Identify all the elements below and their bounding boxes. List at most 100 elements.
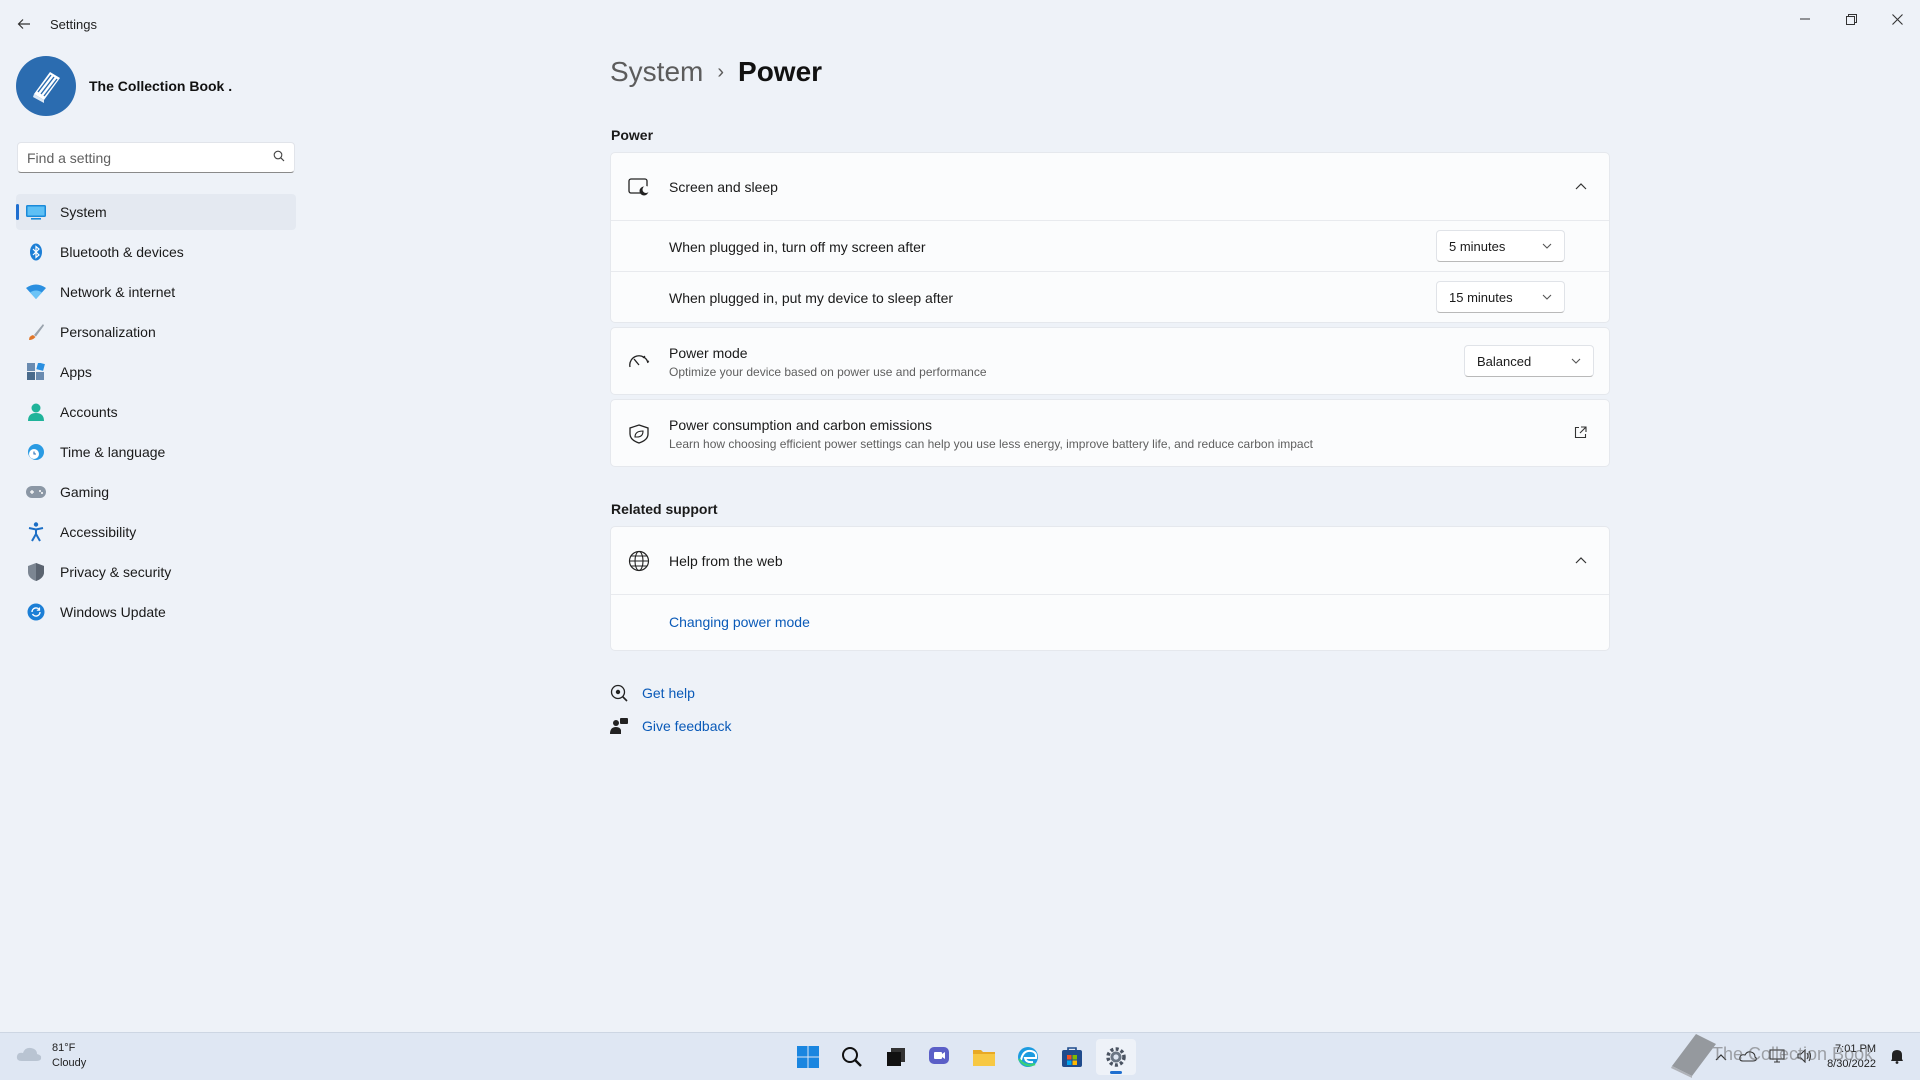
sleep-dropdown[interactable]: 15 minutes <box>1436 281 1565 313</box>
help-web-title: Help from the web <box>669 553 783 569</box>
power-mode-subtitle: Optimize your device based on power use … <box>669 365 987 379</box>
page-title: Power <box>738 56 823 87</box>
sidebar-item-label: Gaming <box>60 484 110 500</box>
clock[interactable]: 7:01 PM 8/30/2022 <box>1827 1042 1876 1072</box>
restore-icon[interactable] <box>1828 4 1874 34</box>
screen-sleep-header[interactable]: Screen and sleep <box>611 153 1609 220</box>
feedback-icon <box>610 717 628 735</box>
window-title: Settings <box>50 17 97 32</box>
screen-off-label: When plugged in, turn off my screen afte… <box>669 239 926 255</box>
network-icon[interactable] <box>1769 1048 1785 1066</box>
search-box[interactable] <box>17 142 295 173</box>
onedrive-icon[interactable] <box>1739 1050 1757 1065</box>
get-help-link[interactable]: Get help <box>642 685 695 701</box>
power-mode-value: Balanced <box>1477 353 1532 369</box>
sidebar-item-bluetooth[interactable]: Bluetooth & devices <box>16 234 296 270</box>
system-icon <box>26 202 46 222</box>
changing-power-mode-link[interactable]: Changing power mode <box>669 614 810 630</box>
user-profile[interactable]: The Collection Book . <box>16 56 232 116</box>
sidebar-item-privacy[interactable]: Privacy & security <box>16 554 296 590</box>
chevron-down-icon <box>1571 356 1581 367</box>
back-arrow-icon[interactable] <box>12 12 36 36</box>
weather-text: 81°F Cloudy <box>52 1041 86 1071</box>
sidebar-item-system[interactable]: System <box>16 194 296 230</box>
give-feedback-link[interactable]: Give feedback <box>642 718 732 734</box>
sidebar-item-label: Apps <box>60 364 92 380</box>
title-bar: Settings <box>0 0 1920 48</box>
sidebar-item-label: Time & language <box>60 444 166 460</box>
gamepad-icon <box>26 482 46 502</box>
edge-icon[interactable] <box>1008 1039 1048 1075</box>
power-consumption-subtitle: Learn how choosing efficient power setti… <box>669 437 1313 451</box>
system-tray: 7:01 PM 8/30/2022 <box>1709 1039 1910 1075</box>
search-icon[interactable] <box>832 1039 872 1075</box>
screen-sleep-title: Screen and sleep <box>669 179 778 195</box>
sidebar-item-label: Network & internet <box>60 284 176 300</box>
get-help-row[interactable]: Get help <box>610 684 695 702</box>
sidebar-item-apps[interactable]: Apps <box>16 354 296 390</box>
sidebar-item-accessibility[interactable]: Accessibility <box>16 514 296 550</box>
power-consumption-title: Power consumption and carbon emissions <box>669 417 933 433</box>
breadcrumb: System › Power <box>610 56 822 88</box>
minimize-icon[interactable] <box>1782 4 1828 34</box>
power-mode-icon <box>627 350 651 374</box>
chat-icon[interactable] <box>920 1039 960 1075</box>
power-mode-text: Power mode Optimize your device based on… <box>669 345 987 379</box>
power-mode-dropdown[interactable]: Balanced <box>1464 345 1594 377</box>
screen-off-dropdown[interactable]: 5 minutes <box>1436 230 1565 262</box>
sleep-row: When plugged in, put my device to sleep … <box>611 272 1609 323</box>
bluetooth-icon <box>26 242 46 262</box>
close-icon[interactable] <box>1874 4 1920 34</box>
store-icon[interactable] <box>1052 1039 1092 1075</box>
chevron-up-icon[interactable] <box>1715 1050 1727 1064</box>
sidebar-item-gaming[interactable]: Gaming <box>16 474 296 510</box>
sleep-value: 15 minutes <box>1449 289 1513 305</box>
chevron-up-icon[interactable] <box>1575 553 1587 567</box>
help-link-row: Changing power mode <box>611 595 1609 651</box>
brush-icon <box>26 322 46 342</box>
section-heading-related-support: Related support <box>611 501 718 517</box>
breadcrumb-separator: › <box>717 60 725 83</box>
wifi-icon <box>26 282 46 302</box>
screen-off-value: 5 minutes <box>1449 238 1506 254</box>
sidebar-item-time-language[interactable]: Time & language <box>16 434 296 470</box>
screen-sleep-card: Screen and sleep When plugged in, turn o… <box>610 152 1610 323</box>
search-icon[interactable] <box>273 149 285 167</box>
notification-icon[interactable] <box>1890 1048 1904 1067</box>
clock-time: 7:01 PM <box>1835 1043 1876 1055</box>
help-web-card: Help from the web Changing power mode <box>610 526 1610 651</box>
globe-icon <box>627 549 651 573</box>
breadcrumb-parent[interactable]: System <box>610 56 703 88</box>
leaf-shield-icon <box>627 422 651 446</box>
screen-off-row: When plugged in, turn off my screen afte… <box>611 221 1609 271</box>
sidebar-item-network[interactable]: Network & internet <box>16 274 296 310</box>
sleep-label: When plugged in, put my device to sleep … <box>669 290 954 306</box>
search-input[interactable] <box>27 149 273 166</box>
settings-icon[interactable] <box>1096 1039 1136 1075</box>
sidebar-item-label: Privacy & security <box>60 564 172 580</box>
chevron-up-icon[interactable] <box>1575 179 1587 193</box>
task-view-icon[interactable] <box>876 1039 916 1075</box>
chevron-down-icon <box>1542 292 1552 303</box>
give-feedback-row[interactable]: Give feedback <box>610 717 732 735</box>
sidebar-nav: System Bluetooth & devices Network & int… <box>16 194 296 634</box>
start-icon[interactable] <box>788 1039 828 1075</box>
taskbar: 81°F Cloudy 7:01 PM 8/30/2022 <box>0 1032 1920 1080</box>
sidebar-item-label: Accessibility <box>60 524 137 540</box>
external-link-icon[interactable] <box>1574 426 1587 442</box>
power-consumption-card[interactable]: Power consumption and carbon emissions L… <box>610 399 1610 467</box>
sidebar-item-windows-update[interactable]: Windows Update <box>16 594 296 630</box>
clock-globe-icon <box>26 442 46 462</box>
volume-icon[interactable] <box>1797 1048 1813 1066</box>
sidebar-item-label: System <box>60 204 107 220</box>
get-help-icon <box>610 684 628 702</box>
file-explorer-icon[interactable] <box>964 1039 1004 1075</box>
help-web-header[interactable]: Help from the web <box>611 527 1609 594</box>
cloud-icon <box>16 1045 42 1068</box>
update-icon <box>26 602 46 622</box>
sidebar-item-accounts[interactable]: Accounts <box>16 394 296 430</box>
sidebar-item-label: Accounts <box>60 404 118 420</box>
sidebar-item-personalization[interactable]: Personalization <box>16 314 296 350</box>
sidebar-item-label: Bluetooth & devices <box>60 244 184 260</box>
weather-widget[interactable]: 81°F Cloudy <box>16 1041 86 1071</box>
